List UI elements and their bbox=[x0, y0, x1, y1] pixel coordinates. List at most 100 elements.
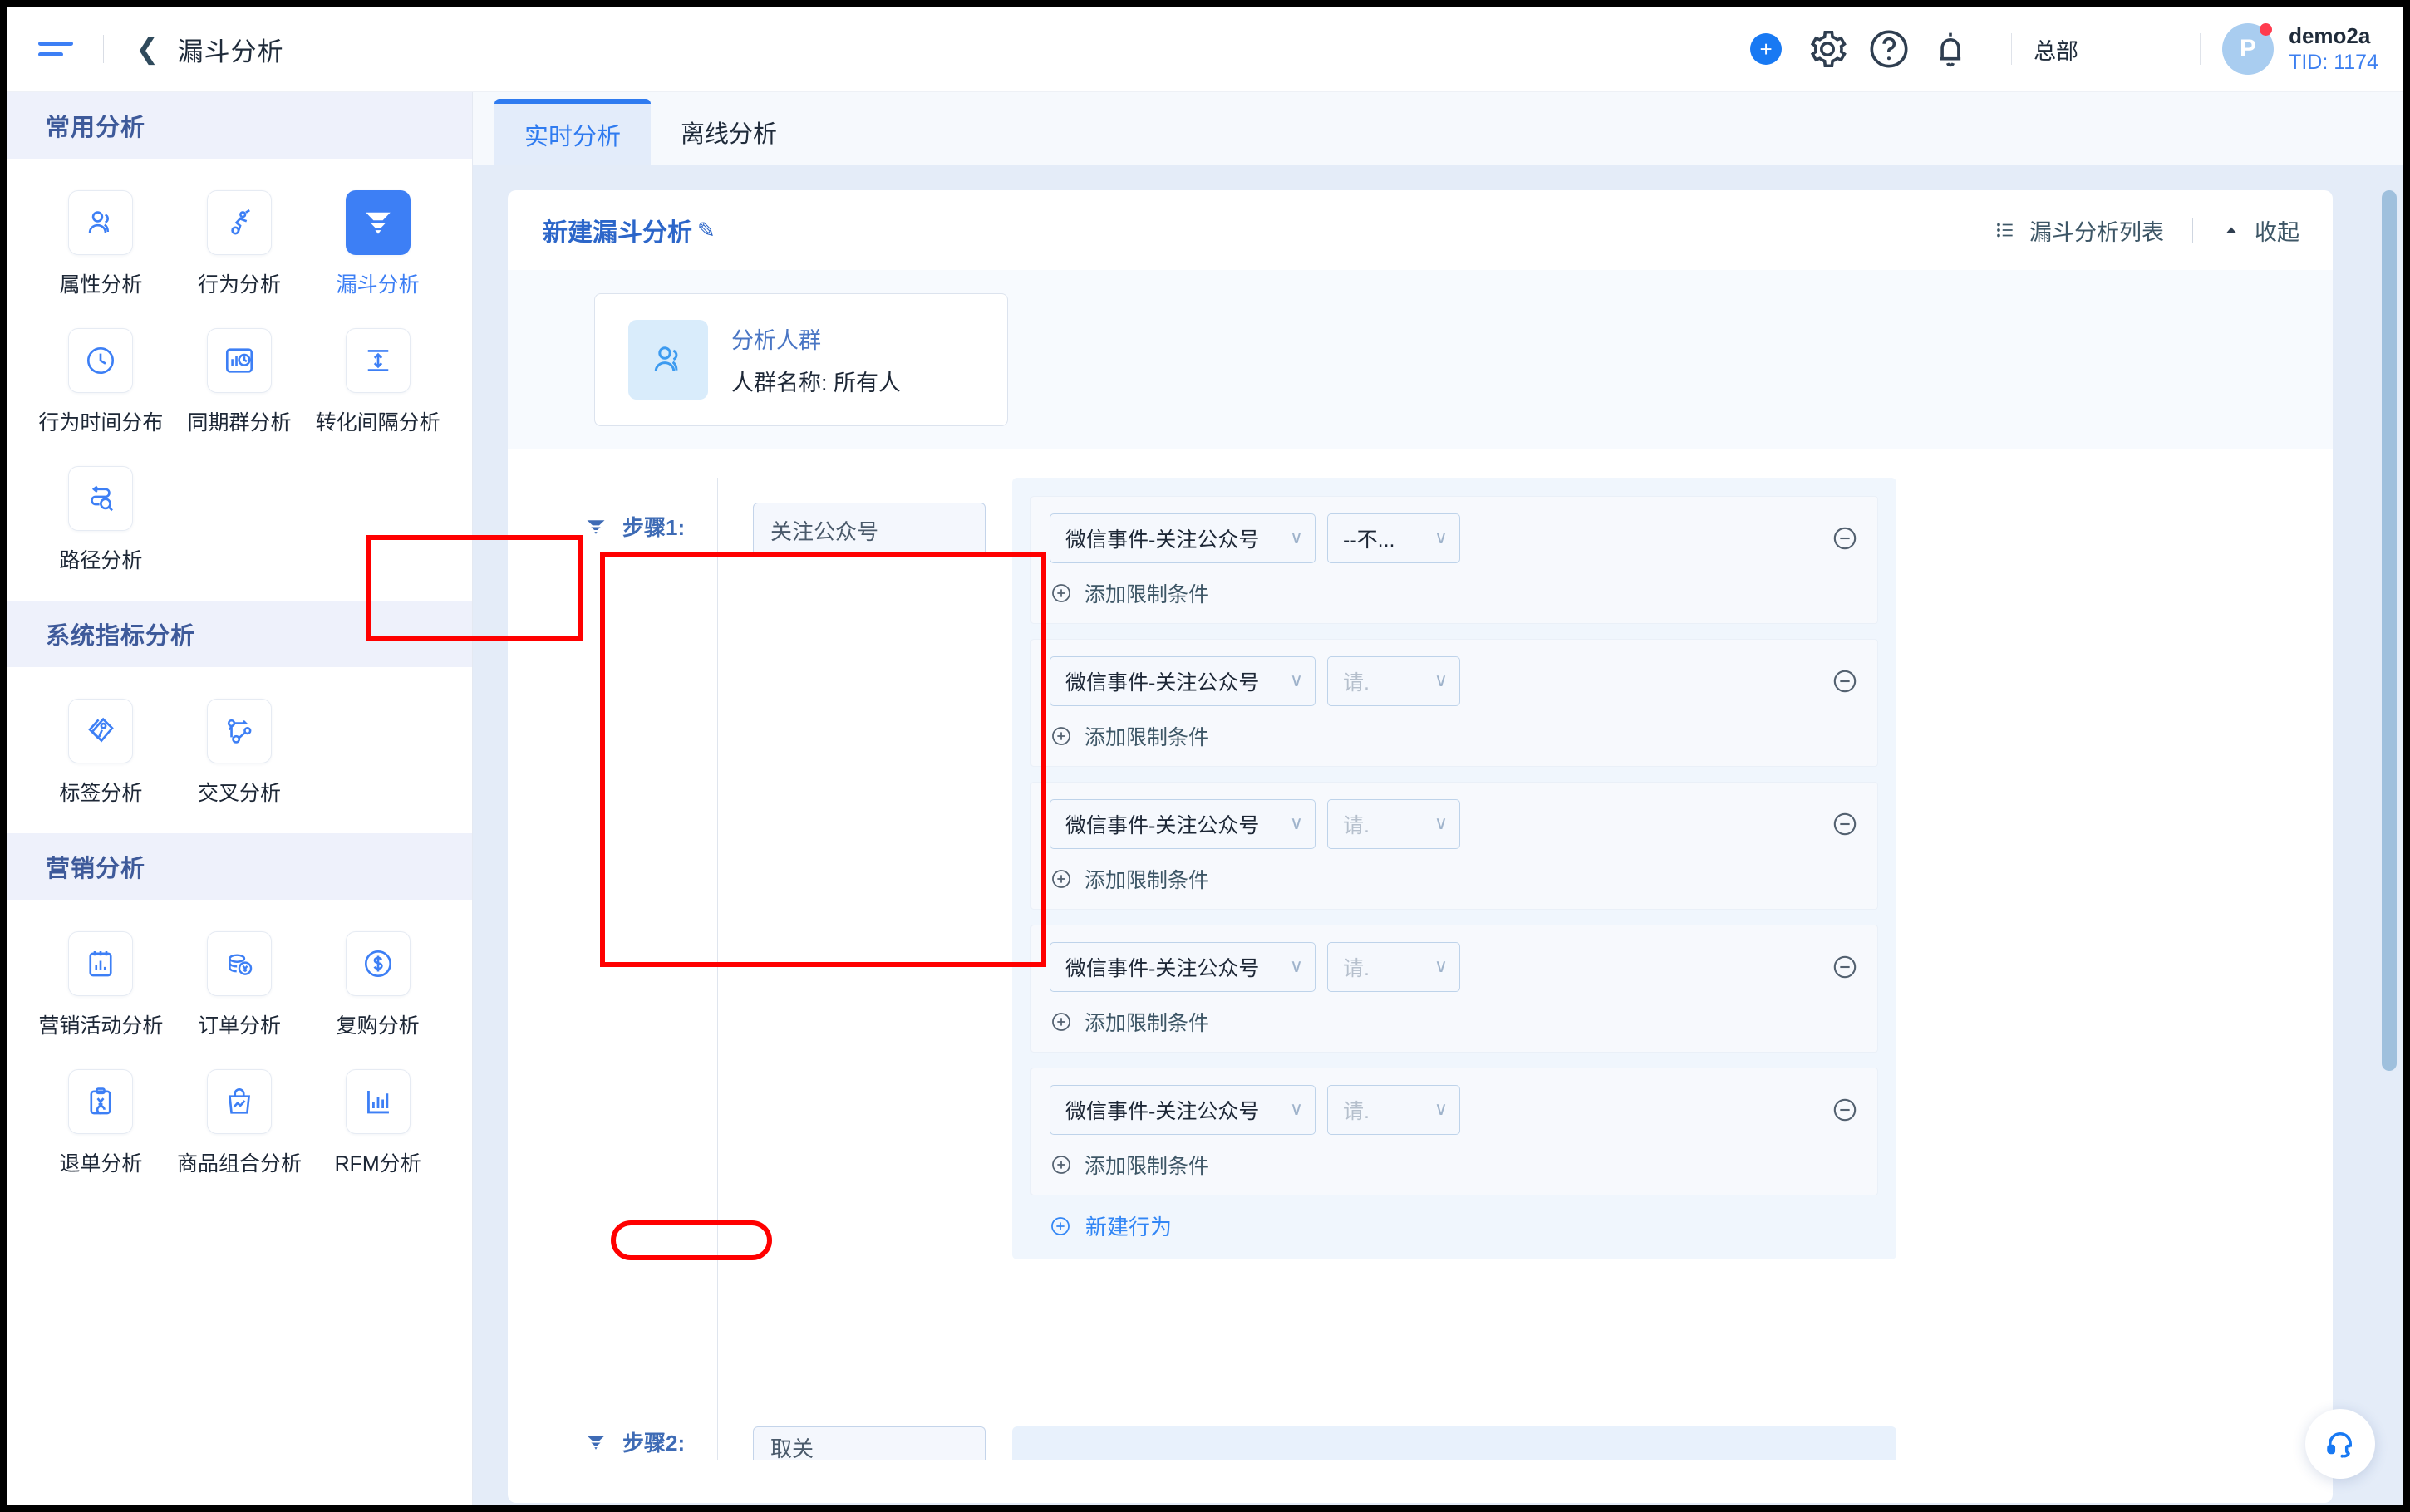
condition-row: 微信事件-关注公众号 ∨ 请. ∨ 添加限制条件 bbox=[1030, 782, 1878, 910]
funnel-builder-card: 新建漏斗分析 ✎ 漏斗分析列表 收起 分析人群 人群名称: 所有人 步骤1: 关… bbox=[508, 190, 2333, 1503]
sidebar-item-tag-analysis[interactable]: 标签分析 bbox=[32, 687, 170, 825]
event-select[interactable]: 微信事件-关注公众号 ∨ bbox=[1050, 1085, 1316, 1135]
interval-icon bbox=[345, 328, 411, 393]
users-icon bbox=[628, 320, 708, 400]
collapse-label: 收起 bbox=[2255, 219, 2299, 245]
operator-select[interactable]: 请. ∨ bbox=[1327, 656, 1460, 706]
divider bbox=[2192, 218, 2193, 243]
sidebar-item-attribute-analysis[interactable]: 属性分析 bbox=[32, 179, 170, 317]
path-search-icon bbox=[68, 466, 134, 531]
sidebar: 常用分析 属性分析 行为分析 漏斗分析 行为时间分布 同期群分析 转化间隔分析 … bbox=[7, 92, 473, 1505]
collapse-button[interactable]: 收起 bbox=[2221, 214, 2299, 247]
org-selector[interactable]: 总部 bbox=[2034, 33, 2078, 66]
operator-select-placeholder: 请. bbox=[1343, 671, 1370, 695]
step2-name-input[interactable]: 取关 bbox=[753, 1426, 986, 1461]
analysis-crowd-card[interactable]: 分析人群 人群名称: 所有人 bbox=[594, 293, 1008, 426]
operator-select[interactable]: --不... ∨ bbox=[1327, 513, 1460, 563]
sidebar-item-order-analysis[interactable]: 订单分析 bbox=[170, 920, 309, 1058]
sidebar-item-cross-analysis[interactable]: 交叉分析 bbox=[170, 687, 309, 825]
help-icon[interactable] bbox=[1867, 27, 1911, 71]
support-button[interactable] bbox=[2305, 1409, 2375, 1479]
chevron-left-icon[interactable]: ❮ bbox=[135, 35, 160, 63]
sidebar-item-rfm-analysis[interactable]: RFM分析 bbox=[308, 1058, 447, 1195]
step-row-1: 步骤1: 关注公众号 微信事件-关注公众号 ∨ --不... ∨ 添加限制条件 … bbox=[508, 478, 2333, 1458]
sidebar-item-funnel-analysis[interactable]: 漏斗分析 bbox=[308, 179, 447, 317]
new-behavior-button[interactable]: 新建行为 bbox=[1030, 1195, 1878, 1241]
add-button[interactable]: + bbox=[1744, 27, 1788, 71]
funnel-list-label: 漏斗分析列表 bbox=[2029, 219, 2164, 245]
sidebar-item-label: 同期群分析 bbox=[187, 411, 292, 434]
remove-condition-button[interactable] bbox=[1831, 953, 1859, 981]
list-icon bbox=[1997, 223, 2013, 238]
condition-row: 微信事件-关注公众号 ∨ 请. ∨ 添加限制条件 bbox=[1030, 639, 1878, 767]
sidebar-item-behavior-analysis[interactable]: 行为分析 bbox=[170, 179, 309, 317]
add-limit-condition-button[interactable]: 添加限制条件 bbox=[1050, 721, 1859, 751]
hamburger-icon[interactable] bbox=[38, 37, 73, 61]
card-header-actions: 漏斗分析列表 收起 bbox=[1994, 214, 2299, 247]
avatar[interactable]: P bbox=[2222, 23, 2275, 75]
sidebar-item-refund-analysis[interactable]: 退单分析 bbox=[32, 1058, 170, 1195]
remove-condition-button[interactable] bbox=[1831, 667, 1859, 695]
plus-icon: + bbox=[1750, 33, 1783, 65]
crowd-text: 分析人群 人群名称: 所有人 bbox=[731, 322, 901, 397]
sidebar-item-conversion-interval-analysis[interactable]: 转化间隔分析 bbox=[308, 317, 447, 454]
add-limit-condition-button[interactable]: 添加限制条件 bbox=[1050, 578, 1859, 608]
condition-line: 微信事件-关注公众号 ∨ 请. ∨ bbox=[1050, 656, 1859, 706]
cross-icon bbox=[206, 699, 272, 763]
operator-select[interactable]: 请. ∨ bbox=[1327, 799, 1460, 849]
event-select-value: 微信事件-关注公众号 bbox=[1065, 957, 1260, 980]
sidebar-item-repurchase-analysis[interactable]: 复购分析 bbox=[308, 920, 447, 1058]
remove-condition-button[interactable] bbox=[1831, 524, 1859, 552]
chevron-down-icon: ∨ bbox=[1289, 670, 1303, 691]
operator-select[interactable]: 请. ∨ bbox=[1327, 1085, 1460, 1135]
add-limit-condition-button[interactable]: 添加限制条件 bbox=[1050, 864, 1859, 894]
sidebar-item-cohort-analysis[interactable]: 同期群分析 bbox=[170, 317, 309, 454]
operator-select[interactable]: 请. ∨ bbox=[1327, 942, 1460, 992]
divider bbox=[2200, 33, 2201, 65]
event-select[interactable]: 微信事件-关注公众号 ∨ bbox=[1050, 513, 1316, 563]
sidebar-item-product-combination-analysis[interactable]: 商品组合分析 bbox=[170, 1058, 309, 1195]
tab-offline-analysis[interactable]: 离线分析 bbox=[651, 99, 807, 165]
pencil-icon[interactable]: ✎ bbox=[697, 218, 716, 243]
bell-icon[interactable] bbox=[1928, 27, 1973, 71]
sidebar-item-label: 退单分析 bbox=[59, 1152, 143, 1176]
minus-circle-icon bbox=[1833, 812, 1857, 836]
chevron-down-icon: ∨ bbox=[1289, 528, 1303, 548]
vertical-scrollbar[interactable] bbox=[2382, 190, 2397, 1071]
step-name-input[interactable]: 关注公众号 bbox=[753, 503, 986, 557]
sidebar-item-label: 营销活动分析 bbox=[38, 1014, 164, 1038]
card-title[interactable]: 新建漏斗分析 ✎ bbox=[543, 212, 716, 248]
event-select[interactable]: 微信事件-关注公众号 ∨ bbox=[1050, 942, 1316, 992]
step-row-2-peek: 步骤2: 取关 bbox=[584, 1426, 1896, 1461]
condition-line: 微信事件-关注公众号 ∨ --不... ∨ bbox=[1050, 513, 1859, 563]
sidebar-section-title-marketing: 营销分析 bbox=[7, 833, 472, 900]
sidebar-item-campaign-analysis[interactable]: 营销活动分析 bbox=[32, 920, 170, 1058]
content-area: 新建漏斗分析 ✎ 漏斗分析列表 收起 分析人群 人群名称: 所有人 步骤1: 关… bbox=[473, 165, 2403, 1505]
operator-select-value: --不... bbox=[1343, 528, 1395, 552]
caret-up-icon bbox=[2226, 227, 2236, 233]
headset-icon bbox=[2327, 1432, 2352, 1458]
user-info[interactable]: demo2a TID: 1174 bbox=[2289, 22, 2378, 76]
sidebar-item-label: 漏斗分析 bbox=[336, 273, 420, 297]
event-select[interactable]: 微信事件-关注公众号 ∨ bbox=[1050, 656, 1316, 706]
add-limit-condition-button[interactable]: 添加限制条件 bbox=[1050, 1150, 1859, 1180]
remove-condition-button[interactable] bbox=[1831, 810, 1859, 838]
sidebar-item-behavior-time-distribution[interactable]: 行为时间分布 bbox=[32, 317, 170, 454]
remove-condition-button[interactable] bbox=[1831, 1096, 1859, 1124]
add-limit-label: 添加限制条件 bbox=[1084, 1012, 1210, 1035]
cohort-icon bbox=[206, 328, 272, 393]
tab-realtime-analysis[interactable]: 实时分析 bbox=[494, 99, 652, 165]
add-limit-label: 添加限制条件 bbox=[1084, 869, 1210, 892]
add-limit-label: 添加限制条件 bbox=[1084, 583, 1210, 606]
step2-behavior-panel bbox=[1012, 1426, 1896, 1460]
add-limit-label: 添加限制条件 bbox=[1084, 1155, 1210, 1178]
users-icon bbox=[68, 190, 134, 255]
event-select[interactable]: 微信事件-关注公众号 ∨ bbox=[1050, 799, 1316, 849]
gear-icon[interactable] bbox=[1805, 27, 1850, 71]
condition-line: 微信事件-关注公众号 ∨ 请. ∨ bbox=[1050, 942, 1859, 992]
crowd-band: 分析人群 人群名称: 所有人 bbox=[508, 270, 2333, 449]
sidebar-item-label: 行为分析 bbox=[197, 273, 281, 297]
sidebar-item-path-analysis[interactable]: 路径分析 bbox=[32, 454, 170, 592]
funnel-list-button[interactable]: 漏斗分析列表 bbox=[1994, 214, 2164, 247]
add-limit-condition-button[interactable]: 添加限制条件 bbox=[1050, 1007, 1859, 1037]
